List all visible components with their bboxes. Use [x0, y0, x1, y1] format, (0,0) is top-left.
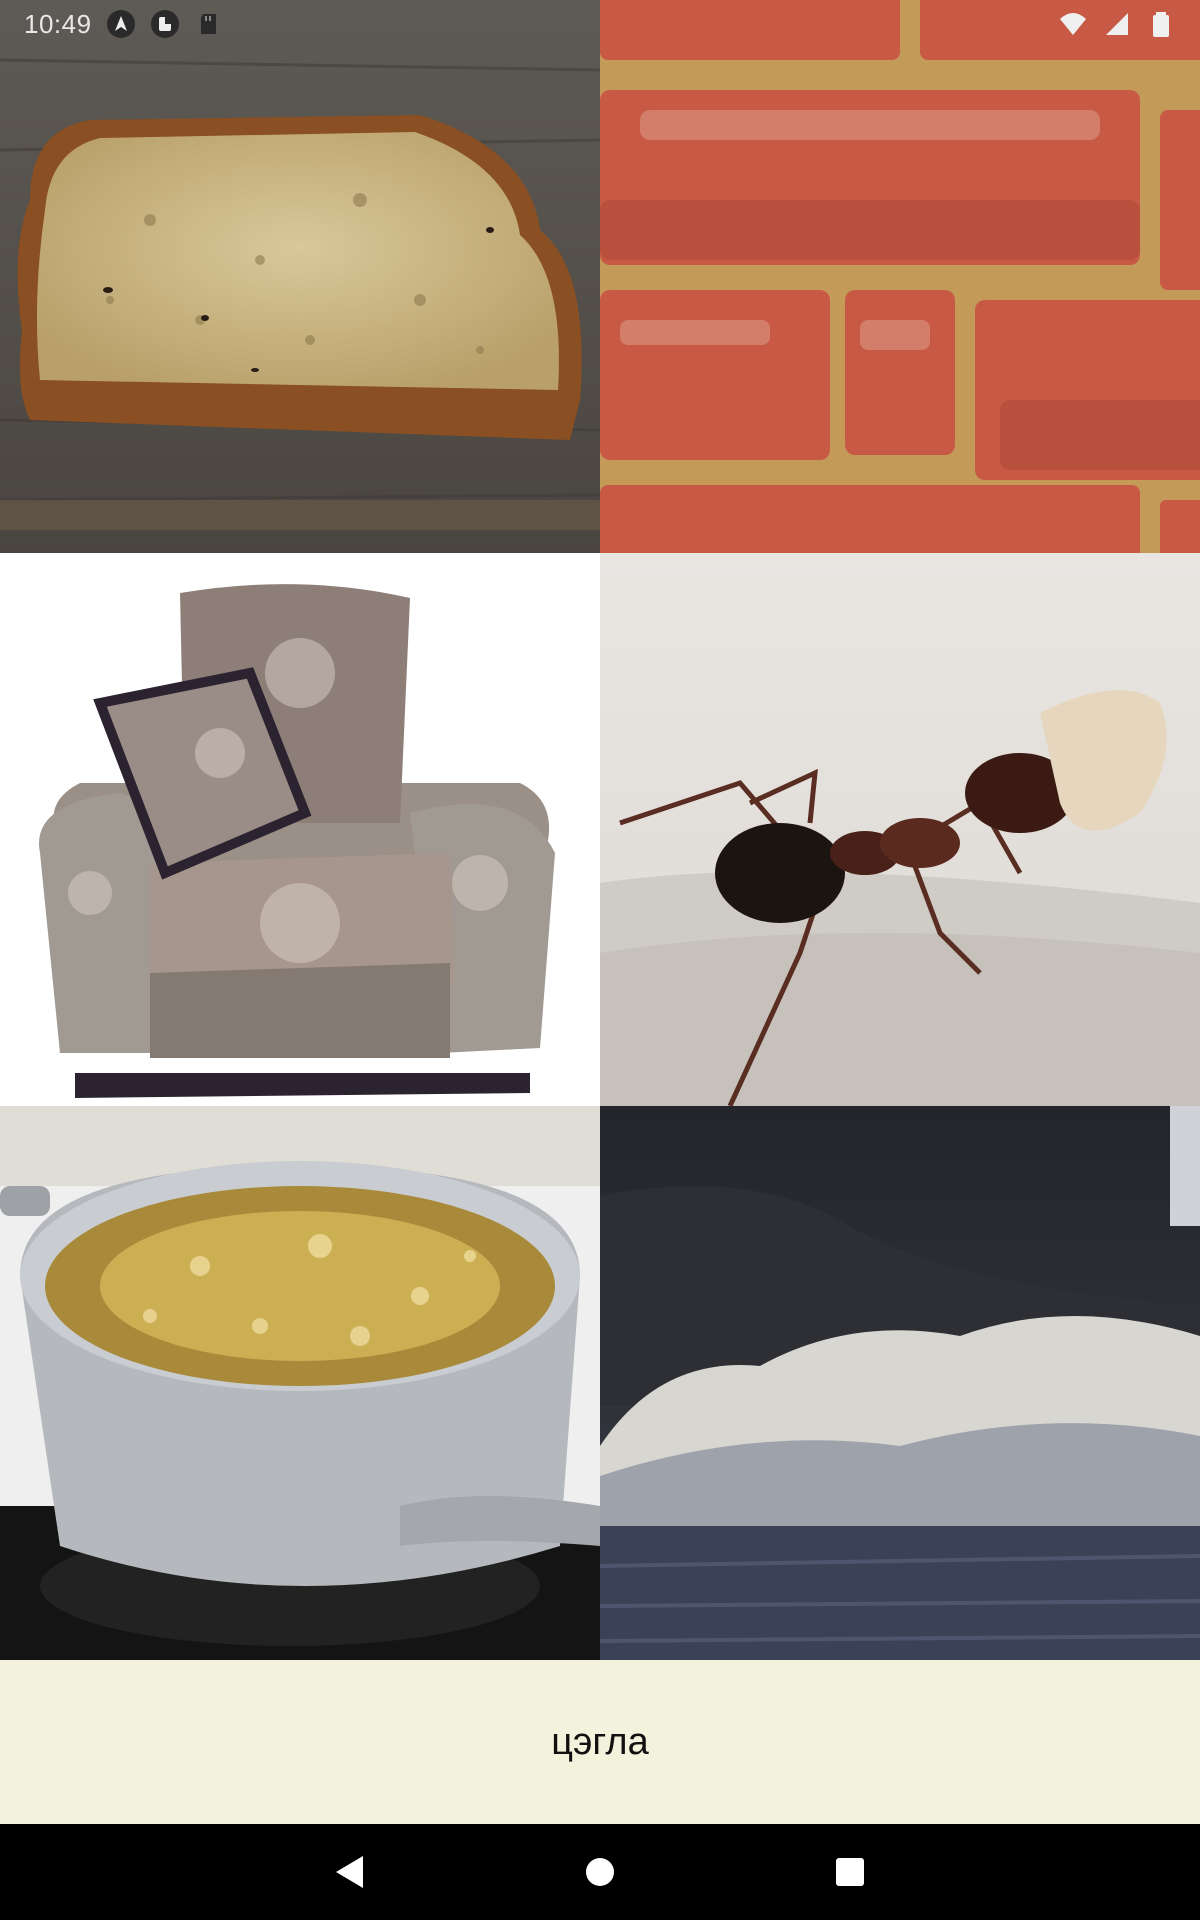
armchair-image: [0, 553, 600, 1106]
back-button[interactable]: [330, 1852, 370, 1892]
home-button[interactable]: [580, 1852, 620, 1892]
battery-icon: [1153, 12, 1169, 37]
answer-panel: цэгла: [0, 1660, 1200, 1824]
home-icon: [586, 1858, 614, 1886]
sd-card-icon: [200, 14, 216, 34]
back-icon: [336, 1856, 363, 1888]
wifi-icon: [1060, 13, 1086, 35]
status-bar: 10:49: [0, 0, 1200, 48]
tile-brick[interactable]: [600, 0, 1200, 553]
boiling-pot-image: [0, 1106, 600, 1660]
screen: 10:49 цэгла: [0, 0, 1200, 1920]
app-notification-icon: [150, 10, 179, 38]
ocean-wave-image: [600, 1106, 1200, 1660]
brick-wall-image: [600, 0, 1200, 553]
tile-pot[interactable]: [0, 1106, 600, 1660]
ant-image: [600, 553, 1200, 1106]
bread-slice-image: [0, 0, 600, 553]
nav-bar: [0, 1824, 1200, 1920]
status-time: 10:49: [24, 8, 92, 39]
status-right: [1058, 9, 1176, 39]
tile-bread[interactable]: [0, 0, 600, 553]
tile-armchair[interactable]: [0, 553, 600, 1106]
image-grid: [0, 0, 1200, 1660]
navigation-arrow-icon: [106, 10, 135, 38]
tile-ant[interactable]: [600, 553, 1200, 1106]
cellular-signal-icon: [1106, 13, 1128, 35]
tile-wave[interactable]: [600, 1106, 1200, 1660]
recents-button[interactable]: [830, 1852, 870, 1892]
recents-icon: [836, 1858, 864, 1886]
status-left: 10:49: [24, 9, 224, 40]
answer-word: цэгла: [551, 1720, 649, 1763]
